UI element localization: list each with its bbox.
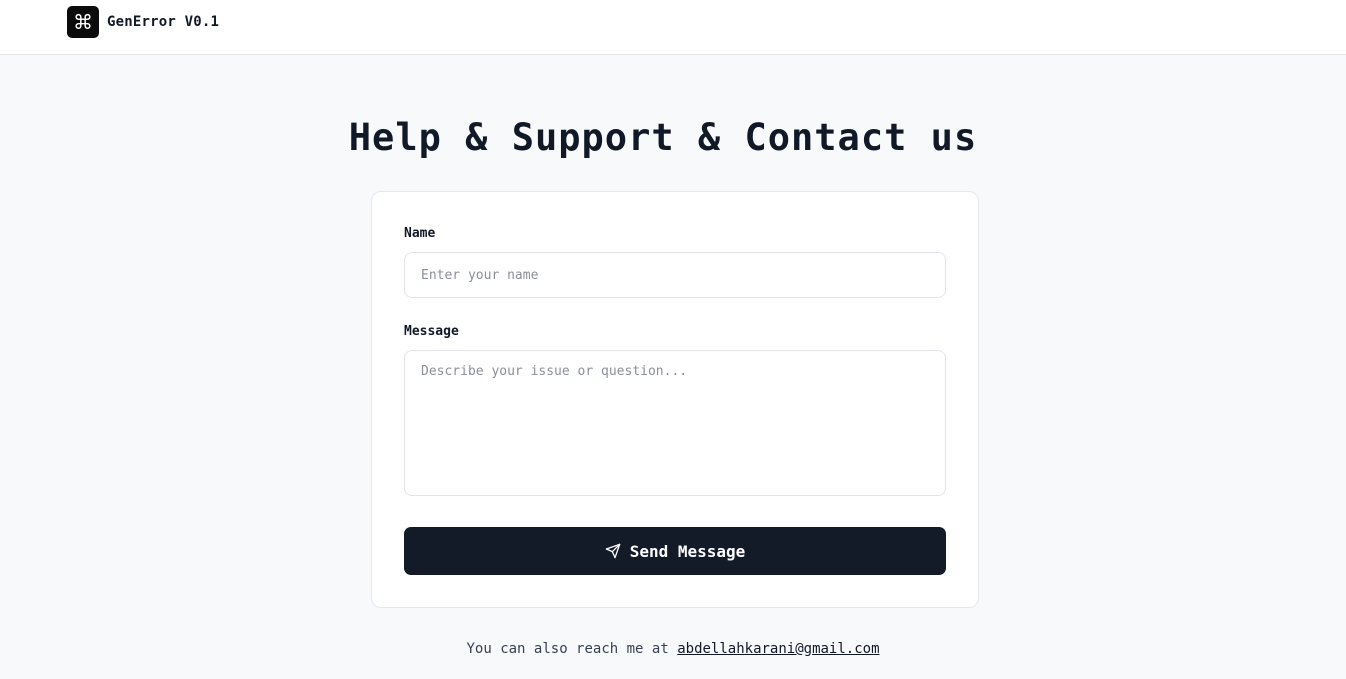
email-link[interactable]: abdellahkarani@gmail.com bbox=[677, 641, 879, 657]
message-textarea[interactable] bbox=[404, 350, 946, 496]
footer-text: You can also reach me at bbox=[466, 641, 669, 657]
page-title: Help & Support & Contact us bbox=[0, 116, 1346, 159]
page-title-text: Help & Support & Contact us bbox=[348, 116, 978, 159]
name-label: Name bbox=[404, 226, 436, 241]
name-input[interactable] bbox=[404, 252, 946, 298]
send-message-label: Send Message bbox=[629, 541, 746, 561]
send-message-button[interactable]: Send Message bbox=[404, 527, 946, 575]
brand-name: GenError V0.1 bbox=[107, 14, 220, 30]
footer-contact: You can also reach me at abdellahkarani@… bbox=[0, 641, 1346, 657]
brand[interactable]: ⌘ GenError V0.1 bbox=[67, 6, 219, 38]
contact-form: Name Message Send Message bbox=[371, 191, 979, 608]
send-icon bbox=[605, 543, 621, 559]
message-label: Message bbox=[404, 324, 459, 339]
command-icon: ⌘ bbox=[67, 6, 99, 38]
top-nav-bar: ⌘ GenError V0.1 bbox=[0, 0, 1346, 55]
